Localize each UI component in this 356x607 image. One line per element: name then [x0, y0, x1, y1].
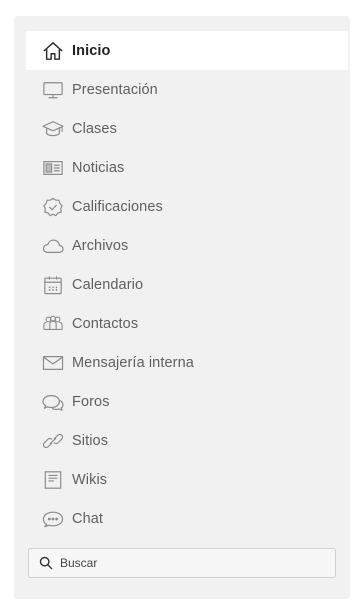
sidebar-item-archivos[interactable]: Archivos: [26, 226, 348, 265]
sidebar-item-label: Wikis: [72, 471, 108, 488]
sidebar-item-label: Calendario: [72, 276, 144, 293]
envelope-icon: [40, 352, 66, 374]
sidebar-item-foros[interactable]: Foros: [26, 382, 348, 421]
link-icon: [40, 430, 66, 452]
sidebar-item-label: Calificaciones: [72, 198, 163, 215]
newspaper-icon: [40, 157, 66, 179]
calendar-icon: [40, 274, 66, 296]
sidebar-item-label: Archivos: [72, 237, 129, 254]
sidebar-item-chat[interactable]: Chat: [26, 499, 348, 538]
sidebar-item-wikis[interactable]: Wikis: [26, 460, 348, 499]
sidebar-item-label: Contactos: [72, 315, 139, 332]
sidebar-item-calificaciones[interactable]: Calificaciones: [26, 187, 348, 226]
sidebar-item-mensajeria[interactable]: Mensajería interna: [26, 343, 348, 382]
sidebar-item-presentacion[interactable]: Presentación: [26, 70, 348, 109]
search-input[interactable]: [60, 556, 310, 570]
cloud-icon: [40, 235, 66, 257]
wiki-page-icon: [40, 469, 66, 491]
speech-bubbles-icon: [40, 391, 66, 413]
graduation-cap-icon: [40, 118, 66, 140]
sidebar-item-noticias[interactable]: Noticias: [26, 148, 348, 187]
sidebar-item-label: Inicio: [72, 42, 111, 59]
sidebar-item-label: Foros: [72, 393, 110, 410]
search-field[interactable]: [28, 548, 336, 578]
sidebar-nav: Inicio Presentación Clases Noticias Cali…: [26, 31, 348, 538]
sidebar-item-sitios[interactable]: Sitios: [26, 421, 348, 460]
sidebar-item-label: Noticias: [72, 159, 125, 176]
sidebar-item-label: Mensajería interna: [72, 354, 194, 371]
search-icon: [38, 555, 54, 571]
sidebar-item-label: Presentación: [72, 81, 158, 98]
sidebar-item-clases[interactable]: Clases: [26, 109, 348, 148]
chat-bubble-icon: [40, 508, 66, 530]
people-icon: [40, 313, 66, 335]
monitor-icon: [40, 79, 66, 101]
sidebar-item-inicio[interactable]: Inicio: [26, 31, 348, 70]
home-icon: [40, 40, 66, 62]
sidebar-item-label: Clases: [72, 120, 117, 137]
sidebar-item-label: Sitios: [72, 432, 109, 449]
sidebar-item-label: Chat: [72, 510, 104, 527]
sidebar-item-contactos[interactable]: Contactos: [26, 304, 348, 343]
check-badge-icon: [40, 196, 66, 218]
sidebar-panel: Inicio Presentación Clases Noticias Cali…: [14, 16, 350, 599]
sidebar-item-calendario[interactable]: Calendario: [26, 265, 348, 304]
